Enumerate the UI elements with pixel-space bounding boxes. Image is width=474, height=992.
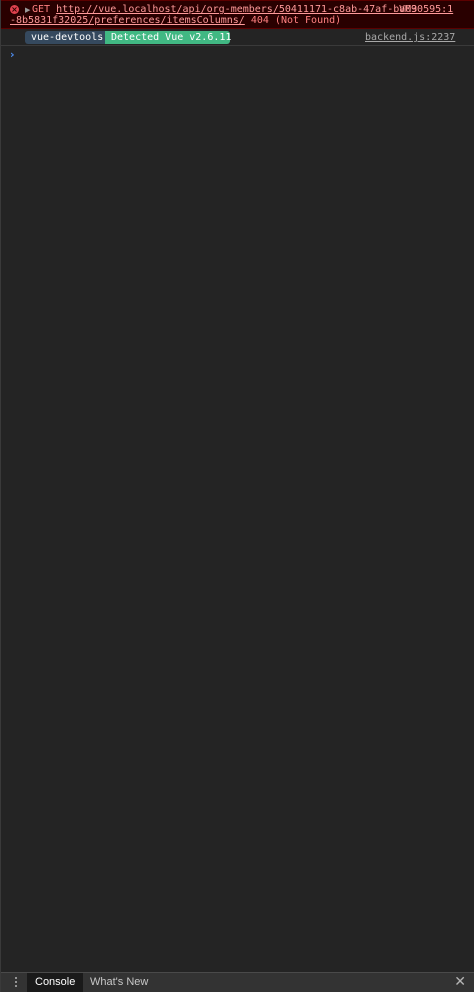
error-url-link-continued[interactable]: -8b5831f32025/preferences/itemsColumns/ <box>10 15 245 26</box>
error-status: 404 (Not Found) <box>250 15 342 26</box>
tab-whats-new[interactable]: What's New <box>82 973 156 992</box>
detected-vue-badge: Detected Vue v2.6.11 <box>105 31 231 44</box>
error-method: GET <box>32 4 51 15</box>
console-prompt-chevron-icon[interactable]: › <box>10 48 15 61</box>
console-log-message: vue-devtools Detected Vue v2.6.11 backen… <box>1 29 474 46</box>
error-source-link[interactable]: VM90595:1 <box>399 4 453 16</box>
console-error-message[interactable]: × ▶ GET http://vue.localhost/api/org-mem… <box>1 0 474 29</box>
drawer-tab-bar: Console What's New ✕ <box>1 972 474 992</box>
drawer-menu-icon[interactable] <box>12 976 20 990</box>
error-circle-icon: × <box>10 5 19 14</box>
close-icon[interactable]: ✕ <box>454 974 466 991</box>
vue-devtools-badge: vue-devtools <box>25 31 105 44</box>
error-second-line: -8b5831f32025/preferences/itemsColumns/ … <box>10 15 341 27</box>
log-source-link[interactable]: backend.js:2237 <box>365 32 455 43</box>
error-url-link[interactable]: http://vue.localhost/api/org-members/504… <box>56 4 417 15</box>
console-panel: × ▶ GET http://vue.localhost/api/org-mem… <box>0 0 474 992</box>
tab-console[interactable]: Console <box>27 973 84 992</box>
